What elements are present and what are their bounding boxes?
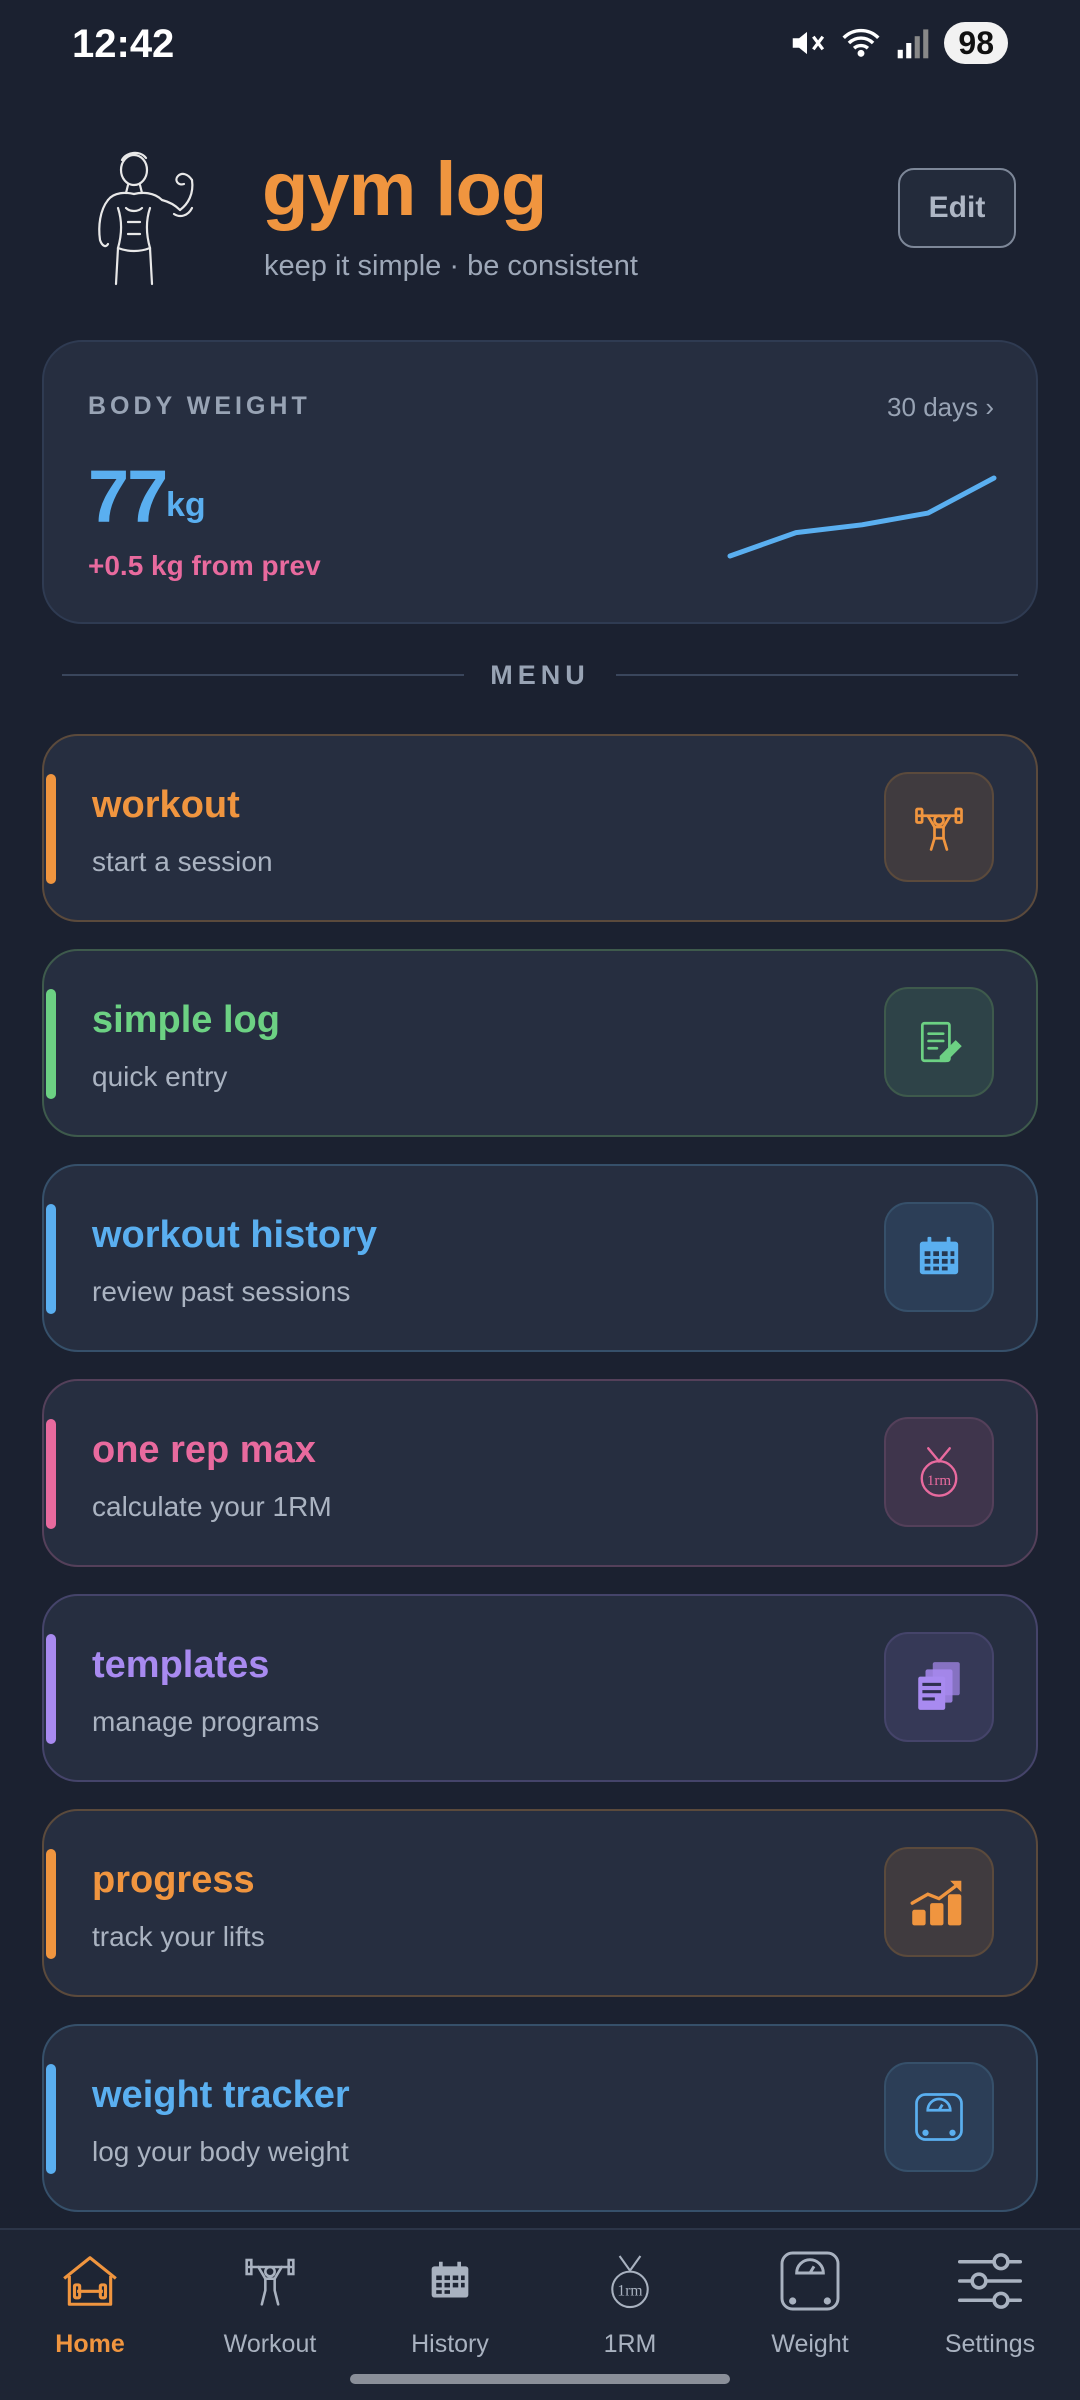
menu-item-simple-log[interactable]: simple log quick entry <box>42 949 1038 1137</box>
notepad-icon <box>884 987 994 1097</box>
menu-item-workout-history[interactable]: workout history review past sessions <box>42 1164 1038 1352</box>
divider-line <box>62 674 465 676</box>
accent-bar <box>46 1204 56 1314</box>
menu-divider: MENU <box>62 652 1018 698</box>
accent-bar <box>46 2064 56 2174</box>
range-link[interactable]: 30 days › <box>887 392 994 423</box>
accent-bar <box>46 774 56 884</box>
nav-item-1rm[interactable]: 1rm 1RM <box>540 2246 720 2376</box>
menu-item-desc: manage programs <box>92 1706 320 1737</box>
weight-unit: kg <box>166 486 206 524</box>
menu-item-title: workout history <box>92 1214 378 1256</box>
status-icons: 98 <box>788 22 1008 64</box>
nav-label: Weight <box>771 2330 849 2358</box>
menu-item-progress[interactable]: progress track your lifts <box>42 1809 1038 1997</box>
weight-value: 77 <box>88 455 168 538</box>
home-indicator[interactable] <box>350 2374 730 2384</box>
home-dumbbell-icon <box>55 2246 125 2316</box>
accent-bar <box>46 1849 56 1959</box>
calendar-icon <box>884 1202 994 1312</box>
mute-icon <box>788 24 826 62</box>
divider-line <box>615 674 1018 676</box>
app-subtitle: keep it simple · be consistent <box>264 250 638 282</box>
accent-bar <box>46 1634 56 1744</box>
nav-item-weight[interactable]: Weight <box>720 2246 900 2376</box>
accent-bar <box>46 989 56 1099</box>
menu-item-desc: quick entry <box>92 1061 228 1092</box>
body-weight-label: BODY WEIGHT <box>88 392 311 420</box>
dumbbell-person-icon <box>884 772 994 882</box>
wifi-icon <box>840 24 882 62</box>
scale-icon <box>884 2062 994 2172</box>
menu-label: MENU <box>490 659 590 690</box>
menu-item-templates[interactable]: templates manage programs <box>42 1594 1038 1782</box>
menu-item-title: one rep max <box>92 1429 316 1471</box>
menu-item-workout[interactable]: workout start a session <box>42 734 1038 922</box>
menu-item-weight-tracker[interactable]: weight tracker log your body weight <box>42 2024 1038 2212</box>
svg-text:1rm: 1rm <box>617 2283 642 2300</box>
accent-bar <box>46 1419 56 1529</box>
menu-item-desc: start a session <box>92 846 273 877</box>
weightlifter-icon <box>235 2246 305 2316</box>
nav-label: Settings <box>944 2330 1036 2358</box>
menu-item-desc: track your lifts <box>92 1921 265 1952</box>
app-title: gym log <box>262 147 547 232</box>
menu-item-desc: calculate your 1RM <box>92 1491 332 1522</box>
nav-item-workout[interactable]: Workout <box>180 2246 360 2376</box>
nav-label: 1RM <box>603 2330 657 2358</box>
weight-change: +0.5 kg from prev <box>88 550 321 581</box>
nav-label: History <box>411 2330 489 2358</box>
menu-item-title: simple log <box>92 999 280 1041</box>
medal-icon: 1rm <box>595 2246 665 2316</box>
edit-button[interactable]: Edit <box>898 168 1016 248</box>
scale-icon <box>775 2246 845 2316</box>
sliders-icon <box>955 2246 1025 2316</box>
calendar-icon <box>415 2246 485 2316</box>
nav-item-history[interactable]: History <box>360 2246 540 2376</box>
menu-item-one-rep-max[interactable]: one rep max calculate your 1RM 1rm <box>42 1379 1038 1567</box>
menu-item-desc: review past sessions <box>92 1276 351 1307</box>
bar-chart-up-icon <box>884 1847 994 1957</box>
body-weight-card[interactable]: BODY WEIGHT 30 days › 77 kg +0.5 kg from… <box>42 340 1038 624</box>
medal-icon: 1rm <box>884 1417 994 1527</box>
nav-label: Workout <box>223 2330 317 2358</box>
svg-text:1rm: 1rm <box>927 1473 952 1489</box>
nav-label: Home <box>55 2330 125 2358</box>
bodybuilder-logo-icon <box>88 148 208 288</box>
app-header: gym log keep it simple · be consistent E… <box>0 130 1080 300</box>
menu-item-title: progress <box>92 1859 255 1901</box>
menu-item-title: workout <box>92 784 240 826</box>
status-bar: 12:42 98 <box>0 0 1080 92</box>
nav-item-home[interactable]: Home <box>0 2246 180 2376</box>
status-time: 12:42 <box>72 22 175 66</box>
signal-icon <box>896 25 930 61</box>
menu-item-title: weight tracker <box>92 2074 350 2116</box>
nav-item-settings[interactable]: Settings <box>900 2246 1080 2376</box>
stacked-documents-icon <box>884 1632 994 1742</box>
home-screen: 12:42 98 gym log keep it simple · be con… <box>0 0 1080 2400</box>
battery-indicator: 98 <box>944 22 1008 64</box>
weight-sparkline <box>727 475 997 559</box>
menu-item-title: templates <box>92 1644 270 1686</box>
menu-item-desc: log your body weight <box>92 2136 349 2167</box>
